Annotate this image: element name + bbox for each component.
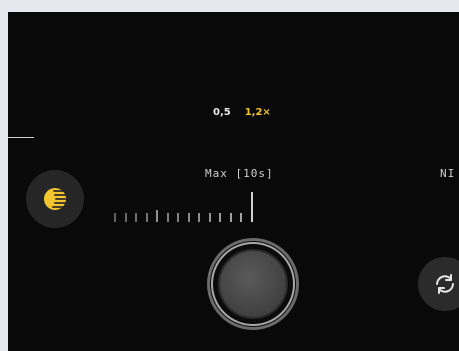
ruler-tick	[198, 213, 200, 222]
shutter-inner	[218, 249, 288, 319]
ruler-tick	[229, 213, 232, 222]
night-mode-button[interactable]	[26, 170, 84, 228]
moon-icon	[44, 188, 66, 210]
camera-flip-icon	[436, 274, 454, 294]
ruler-tick	[177, 213, 179, 222]
ruler-tick	[187, 213, 190, 222]
shutter-button[interactable]	[207, 238, 299, 330]
zoom-selector: 0,5 1,2×	[213, 102, 271, 122]
zoom-option-1-2[interactable]: 1,2×	[245, 107, 271, 118]
exposure-ruler[interactable]	[108, 190, 268, 230]
divider-line	[8, 137, 34, 138]
ruler-tick	[166, 213, 169, 222]
camera-viewfinder: 0,5 1,2× Max [10s] NI	[8, 12, 459, 351]
ruler-tick	[135, 213, 137, 222]
ruler-tick	[145, 213, 148, 222]
exposure-time-label: Max [10s]	[205, 167, 274, 180]
ruler-tick	[156, 210, 158, 222]
zoom-option-0-5[interactable]: 0,5	[213, 107, 231, 118]
camera-flip-button[interactable]	[418, 257, 459, 311]
mode-label: NI	[440, 167, 456, 180]
ruler-tick	[219, 213, 221, 222]
ruler-tick	[114, 213, 116, 222]
shutter-ring	[211, 242, 295, 326]
ruler-tick	[124, 213, 127, 222]
ruler-tick	[240, 213, 242, 222]
ruler-tick	[250, 192, 253, 222]
ruler-tick	[208, 213, 211, 222]
